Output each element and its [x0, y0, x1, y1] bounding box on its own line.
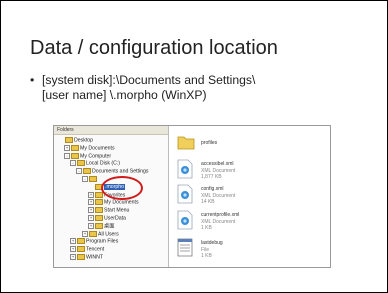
tree-node[interactable]: - My Computer — [64, 152, 112, 160]
tree-node-label: 桌面 — [104, 223, 115, 230]
tree-node[interactable]: + Program Files — [70, 238, 118, 245]
highlight-circle — [101, 176, 143, 200]
tree-node-label: WINNT — [86, 254, 103, 261]
tree-node[interactable]: + Start Menu — [88, 207, 129, 214]
file-size: 1 KB — [201, 253, 212, 259]
expand-toggle-icon[interactable]: + — [64, 144, 70, 151]
bullet-line-2: [user name] \.morpho (WinXP) — [42, 88, 207, 102]
folder-icon — [95, 215, 103, 221]
tree-node[interactable]: + My Documents — [64, 144, 115, 152]
slide: Data / configuration location • [system … — [0, 0, 388, 293]
file-item[interactable]: accessibel.xml XML Document 1,877 KB — [177, 159, 327, 183]
tree-node[interactable]: + My Documents — [88, 199, 139, 206]
file-item[interactable]: lastdebug File 1 KB — [177, 238, 327, 262]
file-name: currentprofile.xml — [201, 212, 240, 218]
tree-node[interactable]: - — [82, 176, 98, 183]
bullet-dot: • — [30, 73, 35, 87]
expand-toggle-icon[interactable]: + — [88, 191, 94, 198]
folder-icon — [95, 222, 103, 229]
expand-toggle-icon[interactable]: + — [88, 207, 94, 214]
file-name: lastdebug — [201, 240, 223, 246]
expand-toggle-icon[interactable]: + — [70, 238, 76, 245]
tree-node-label: Tencent — [86, 246, 105, 253]
slide-title: Data / configuration location — [30, 37, 278, 59]
expand-toggle-icon[interactable]: + — [88, 199, 94, 206]
tree-node-label: Desktop — [74, 137, 94, 144]
explorer-screenshot: Folders Desktop + My Documents - My Computer… — [53, 125, 331, 268]
tree-node-label: Program Files — [86, 238, 119, 245]
tree-node[interactable]: + 桌面 — [88, 222, 115, 230]
expand-toggle-icon[interactable]: - — [64, 152, 70, 159]
file-item[interactable]: config.xml XML Document 14 KB — [177, 184, 327, 208]
tree-node-label: My Documents — [104, 199, 139, 206]
tree-node[interactable]: - Local Disk (C:) — [70, 160, 120, 167]
expand-toggle-icon[interactable]: + — [82, 230, 88, 237]
tree-node-label: Start Menu — [104, 207, 130, 214]
tree-node[interactable]: + UserData — [88, 215, 126, 222]
file-size: 14 KB — [201, 199, 215, 205]
tree-node-label: All Users — [98, 230, 119, 237]
expand-toggle-icon[interactable]: - — [82, 176, 88, 182]
expand-toggle-icon[interactable]: + — [88, 215, 94, 221]
folder-icon — [89, 230, 97, 237]
file-item[interactable]: currentprofile.xml XML Document 1 KB — [177, 210, 327, 234]
file-name: accessibel.xml — [201, 161, 234, 167]
folder-icon — [95, 199, 103, 206]
folder-icon — [95, 207, 103, 214]
xml-file-icon — [177, 184, 195, 204]
tree-node-label: UserData — [104, 215, 126, 222]
expand-toggle-icon[interactable]: - — [76, 168, 82, 175]
folder-icon — [77, 160, 85, 167]
tree-node[interactable]: + Tencent — [70, 246, 104, 253]
tree-node-label: Documents and Settings — [92, 168, 149, 175]
xml-file-icon — [177, 210, 195, 230]
tree-node-label: Local Disk (C:) — [86, 160, 121, 167]
tree-node[interactable]: - Documents and Settings — [76, 168, 149, 175]
file-list: profiles accessibel.xml XML Document 1,877 … — [169, 126, 330, 267]
expand-toggle-icon[interactable]: + — [70, 254, 76, 260]
folder-icon — [77, 254, 85, 260]
tree-node-label: My Computer — [80, 152, 112, 159]
expand-toggle-icon[interactable]: + — [88, 222, 94, 229]
expand-toggle-icon[interactable]: - — [70, 160, 76, 167]
tree-node[interactable]: + All Users — [82, 230, 119, 238]
file-item[interactable]: profiles — [177, 134, 327, 158]
expand-toggle-icon[interactable]: + — [70, 246, 76, 253]
text-file-icon — [177, 238, 195, 258]
folder-icon — [65, 137, 73, 143]
folder-tree: Folders Desktop + My Documents - My Computer… — [54, 126, 169, 267]
file-name: profiles — [201, 140, 218, 146]
tree-node[interactable]: + WINNT — [70, 254, 103, 261]
folder-icon — [71, 144, 79, 151]
file-size: 1 KB — [201, 225, 212, 231]
folder-icon — [77, 238, 85, 245]
folder-tree-header: Folders — [54, 126, 168, 135]
file-size: 1,877 KB — [201, 174, 222, 180]
tree-node-label: My Documents — [80, 145, 115, 152]
xml-file-icon — [177, 159, 195, 179]
file-name: config.xml — [201, 186, 224, 192]
folder-icon — [71, 152, 79, 159]
folder-icon — [83, 168, 91, 175]
folder-icon — [89, 176, 97, 182]
tree-node[interactable]: Desktop — [58, 137, 93, 144]
bullet-line-1: [system disk]:\Documents and Settings\ — [42, 73, 256, 87]
folder-icon — [177, 134, 195, 154]
folder-icon — [77, 246, 85, 253]
